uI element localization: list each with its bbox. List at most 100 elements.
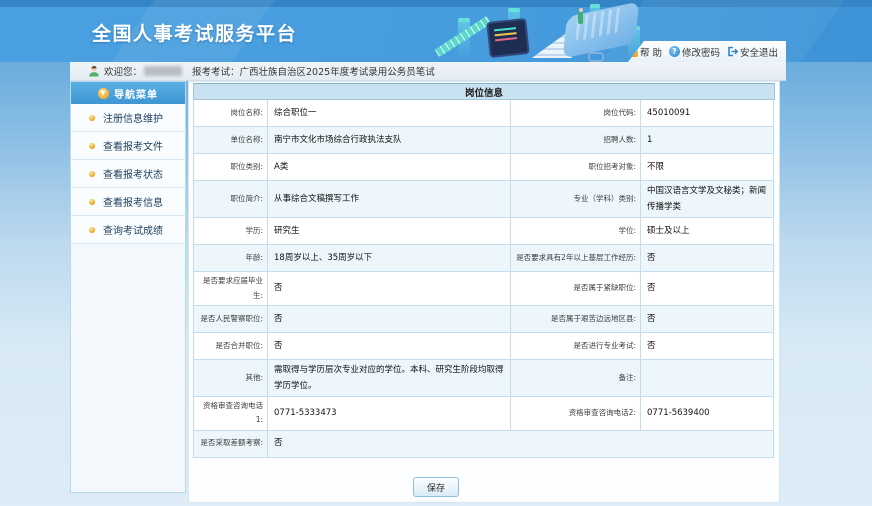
field-value: 研究生 bbox=[268, 218, 511, 245]
sidebar-item-label: 查看报考文件 bbox=[103, 138, 163, 153]
sidebar-item-label: 注册信息维护 bbox=[103, 110, 163, 125]
field-label: 是否属于艰苦边远地区县: bbox=[511, 306, 641, 333]
field-value: A类 bbox=[268, 154, 511, 181]
help-link-label: 帮 助 bbox=[640, 45, 662, 59]
table-row: 是否合并职位:否是否进行专业考试:否 bbox=[194, 333, 775, 360]
change-password-label: 修改密码 bbox=[682, 45, 720, 59]
field-value: 南宁市文化市场综合行政执法支队 bbox=[268, 127, 511, 154]
welcome-label: 欢迎您： bbox=[104, 64, 142, 78]
field-value: 否 bbox=[641, 333, 774, 360]
field-label: 专业（学科）类别: bbox=[511, 181, 641, 218]
bullet-icon bbox=[89, 143, 95, 149]
field-label: 职位简介: bbox=[194, 181, 268, 218]
chevron-down-icon: ▼ bbox=[98, 88, 109, 99]
table-row: 其他:需取得与学历层次专业对应的学位。本科、研究生阶段均取得学历学位。备注: bbox=[194, 360, 775, 397]
field-label: 招聘人数: bbox=[511, 127, 641, 154]
table-row: 岗位名称:综合职位一岗位代码:45010091 bbox=[194, 100, 775, 127]
welcome-bar: 欢迎您： 报考考试：广西壮族自治区2025年度考试录用公务员笔试 bbox=[70, 62, 786, 81]
field-value: 否 bbox=[268, 272, 511, 306]
field-value: 0771-5333473 bbox=[268, 397, 511, 431]
bullet-icon bbox=[89, 227, 95, 233]
redacted-username bbox=[144, 66, 182, 76]
table-row: 是否人民警察职位:否是否属于艰苦边远地区县:否 bbox=[194, 306, 775, 333]
field-value: 0771-5639400 bbox=[641, 397, 774, 431]
sidebar-item-label: 查看报考状态 bbox=[103, 166, 163, 181]
field-value: 需取得与学历层次专业对应的学位。本科、研究生阶段均取得学历学位。 bbox=[268, 360, 511, 397]
sidebar: ▼ 导航菜单 注册信息维护查看报考文件查看报考状态查看报考信息查询考试成绩 bbox=[70, 81, 186, 493]
exam-name-label: 报考考试：广西壮族自治区2025年度考试录用公务员笔试 bbox=[192, 64, 435, 78]
bullet-icon bbox=[89, 199, 95, 205]
field-value: 45010091 bbox=[641, 100, 774, 127]
bullet-icon bbox=[89, 115, 95, 121]
app-title: 全国人事考试服务平台 bbox=[92, 19, 297, 46]
sidebar-item-label: 查看报考信息 bbox=[103, 194, 163, 209]
field-label: 是否要求应届毕业生: bbox=[194, 272, 268, 306]
field-value bbox=[641, 360, 774, 397]
field-label: 是否合并职位: bbox=[194, 333, 268, 360]
field-label: 资格审查咨询电话2: bbox=[511, 397, 641, 431]
table-row: 单位名称:南宁市文化市场综合行政执法支队招聘人数:1 bbox=[194, 127, 775, 154]
table-row: 是否要求应届毕业生:否是否属于紧缺职位:否 bbox=[194, 272, 775, 306]
logout-link[interactable]: 安全退出 bbox=[727, 45, 778, 59]
question-icon: ? bbox=[669, 46, 680, 57]
field-label: 是否人民警察职位: bbox=[194, 306, 268, 333]
table-title: 岗位信息 bbox=[193, 83, 775, 100]
table-row: 职位简介:从事综合文稿撰写工作专业（学科）类别:中国汉语言文学及文秘类；新闻传播… bbox=[194, 181, 775, 218]
sidebar-item-3[interactable]: 查看报考状态 bbox=[71, 160, 185, 188]
field-label: 单位名称: bbox=[194, 127, 268, 154]
field-label: 年龄: bbox=[194, 245, 268, 272]
field-label: 是否采取差额考察: bbox=[194, 431, 268, 458]
field-value: 否 bbox=[641, 245, 774, 272]
sidebar-item-5[interactable]: 查询考试成绩 bbox=[71, 216, 185, 244]
table-row: 是否采取差额考察:否 bbox=[194, 431, 775, 458]
field-label: 备注: bbox=[511, 360, 641, 397]
field-label: 是否属于紧缺职位: bbox=[511, 272, 641, 306]
logout-icon bbox=[727, 46, 738, 57]
page-background: 全国人事考试服务平台 帮 助 ? 修改密码 bbox=[0, 0, 872, 506]
field-label: 其他: bbox=[194, 360, 268, 397]
user-avatar-icon bbox=[88, 65, 100, 77]
illus-person bbox=[578, 12, 583, 24]
field-label: 资格审查咨询电话1: bbox=[194, 397, 268, 431]
field-value: 中国汉语言文学及文秘类；新闻传播学类 bbox=[641, 181, 774, 218]
position-info-table: 岗位信息 岗位名称:综合职位一岗位代码:45010091单位名称:南宁市文化市场… bbox=[193, 83, 775, 458]
save-button[interactable]: 保存 bbox=[413, 477, 459, 497]
header-illustration bbox=[430, 0, 645, 62]
field-value: 综合职位一 bbox=[268, 100, 511, 127]
sidebar-item-2[interactable]: 查看报考文件 bbox=[71, 132, 185, 160]
table-row: 年龄:18周岁以上、35周岁以下是否要求具有2年以上基层工作经历:否 bbox=[194, 245, 775, 272]
field-label: 是否要求具有2年以上基层工作经历: bbox=[511, 245, 641, 272]
table-body: 岗位名称:综合职位一岗位代码:45010091单位名称:南宁市文化市场综合行政执… bbox=[193, 100, 775, 458]
field-value: 否 bbox=[268, 306, 511, 333]
nav-list: 注册信息维护查看报考文件查看报考状态查看报考信息查询考试成绩 bbox=[71, 104, 185, 244]
field-value: 1 bbox=[641, 127, 774, 154]
field-value: 否 bbox=[268, 333, 511, 360]
table-row: 资格审查咨询电话1:0771-5333473资格审查咨询电话2:0771-563… bbox=[194, 397, 775, 431]
field-value: 否 bbox=[268, 431, 774, 458]
main-panel: 岗位信息 岗位名称:综合职位一岗位代码:45010091单位名称:南宁市文化市场… bbox=[188, 81, 780, 503]
field-value: 否 bbox=[641, 272, 774, 306]
bullet-icon bbox=[89, 171, 95, 177]
illus-monitor bbox=[486, 18, 530, 58]
nav-menu-header: ▼ 导航菜单 bbox=[71, 82, 185, 104]
logout-label: 安全退出 bbox=[740, 45, 778, 59]
table-row: 学历:研究生学位:硕士及以上 bbox=[194, 218, 775, 245]
field-value: 硕士及以上 bbox=[641, 218, 774, 245]
field-label: 职位招考对象: bbox=[511, 154, 641, 181]
field-value: 从事综合文稿撰写工作 bbox=[268, 181, 511, 218]
sidebar-item-4[interactable]: 查看报考信息 bbox=[71, 188, 185, 216]
field-label: 学历: bbox=[194, 218, 268, 245]
field-label: 职位类别: bbox=[194, 154, 268, 181]
change-password-link[interactable]: ? 修改密码 bbox=[669, 45, 720, 59]
app-header: 全国人事考试服务平台 帮 助 ? 修改密码 bbox=[0, 0, 872, 62]
field-label: 岗位名称: bbox=[194, 100, 268, 127]
field-label: 学位: bbox=[511, 218, 641, 245]
field-value: 否 bbox=[641, 306, 774, 333]
sidebar-item-label: 查询考试成绩 bbox=[103, 222, 163, 237]
field-value: 18周岁以上、35周岁以下 bbox=[268, 245, 511, 272]
table-row: 职位类别:A类职位招考对象:不限 bbox=[194, 154, 775, 181]
nav-menu-title: 导航菜单 bbox=[114, 86, 158, 101]
field-label: 是否进行专业考试: bbox=[511, 333, 641, 360]
field-label: 岗位代码: bbox=[511, 100, 641, 127]
sidebar-item-1[interactable]: 注册信息维护 bbox=[71, 104, 185, 132]
